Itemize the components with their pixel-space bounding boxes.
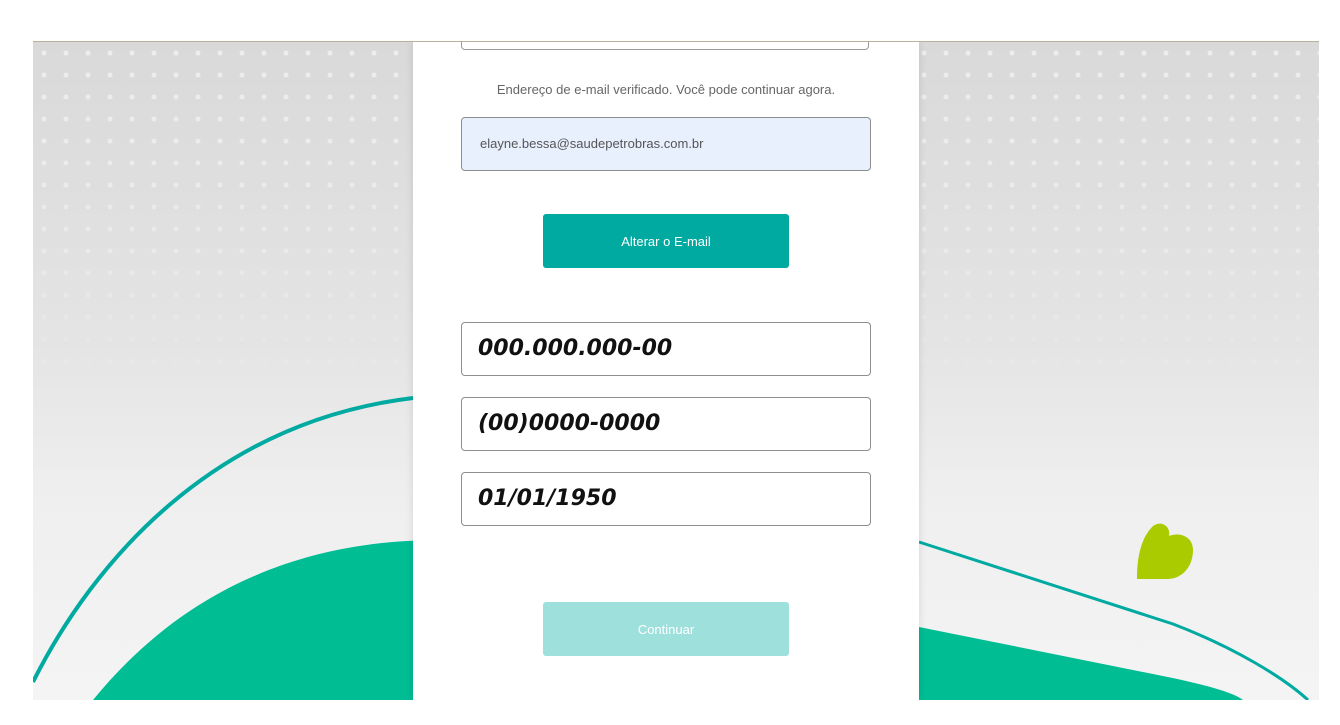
phone-field[interactable]: (00)0000-0000 bbox=[461, 397, 871, 451]
form-card: Endereço de e-mail verificado. Você pode… bbox=[413, 42, 919, 700]
continue-button[interactable]: Continuar bbox=[543, 602, 789, 656]
email-field[interactable]: elayne.bessa@saudepetrobras.com.br bbox=[461, 117, 871, 171]
previous-field[interactable] bbox=[461, 42, 869, 50]
change-email-button[interactable]: Alterar o E-mail bbox=[543, 214, 789, 268]
cpf-field[interactable]: 000.000.000-00 bbox=[461, 322, 871, 376]
birthdate-field[interactable]: 01/01/1950 bbox=[461, 472, 871, 526]
verified-message: Endereço de e-mail verificado. Você pode… bbox=[496, 82, 836, 97]
page-background: Endereço de e-mail verificado. Você pode… bbox=[33, 41, 1319, 700]
heart-leaf-icon bbox=[1137, 523, 1193, 579]
